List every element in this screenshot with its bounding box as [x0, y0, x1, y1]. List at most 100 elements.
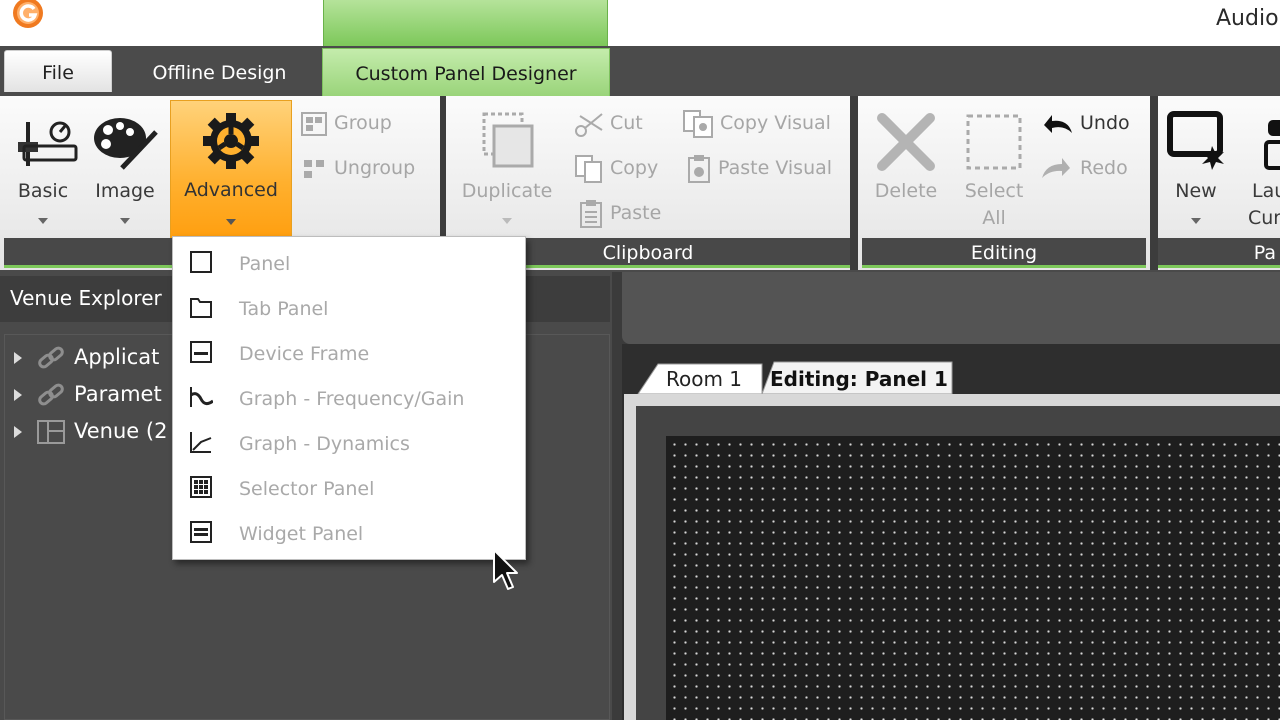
- menu-item-graph-dynamics[interactable]: Graph - Dynamics: [173, 419, 523, 464]
- redo-button[interactable]: Redo: [1040, 152, 1128, 184]
- menu-item-device-frame[interactable]: Device Frame: [173, 329, 523, 374]
- duplicate-button[interactable]: Duplicate: [452, 104, 562, 234]
- document-tab-label: Editing: Panel 1: [770, 367, 948, 391]
- widget-panel-icon: [190, 521, 212, 543]
- redo-icon: [1042, 157, 1070, 178]
- menu-item-graph-frequency-gain[interactable]: Graph - Frequency/Gain: [173, 374, 523, 419]
- panel-design-canvas[interactable]: [666, 436, 1280, 720]
- redo-label: Redo: [1080, 157, 1128, 179]
- duplicate-label: Duplicate: [461, 180, 553, 202]
- basic-label: Basic: [17, 180, 69, 202]
- ribbon-group-panel-label: Pa: [1158, 238, 1280, 268]
- ungroup-label: Ungroup: [334, 157, 416, 179]
- paste-visual-icon: [688, 154, 710, 183]
- expand-arrow-icon[interactable]: [14, 426, 22, 438]
- ungroup-icon: [304, 159, 324, 178]
- copy-visual-button[interactable]: Copy Visual: [682, 107, 831, 139]
- paste-label: Paste: [610, 202, 662, 224]
- tree-item-label: Applicat: [74, 345, 160, 369]
- document-tab-room-1[interactable]: Room 1: [636, 362, 764, 394]
- menu-item-tab-panel[interactable]: Tab Panel: [173, 284, 523, 329]
- document-tab-editing-panel-1[interactable]: Editing: Panel 1: [760, 360, 954, 394]
- gear-icon: [203, 113, 259, 169]
- app-logo-icon[interactable]: [10, 0, 46, 31]
- paste-icon: [580, 199, 602, 228]
- menu-item-label: Panel: [239, 253, 291, 275]
- group-button[interactable]: Group: [300, 107, 392, 139]
- tree-item-venue[interactable]: Venue (2: [14, 415, 167, 447]
- menu-item-selector-panel[interactable]: Selector Panel: [173, 464, 523, 509]
- launch-button[interactable]: Lau Cur: [1240, 104, 1280, 234]
- image-button[interactable]: Image: [88, 104, 162, 234]
- tab-file[interactable]: File: [4, 50, 112, 92]
- copy-visual-icon: [683, 109, 713, 138]
- advanced-dropdown-menu: Panel Tab Panel Device Frame Graph - Fre…: [172, 236, 526, 560]
- menu-item-label: Tab Panel: [239, 298, 329, 320]
- tree-item-application[interactable]: Applicat: [14, 341, 159, 373]
- delete-x-icon: [877, 113, 935, 171]
- new-panel-icon: [1167, 111, 1224, 170]
- select-all-label-line2: All: [982, 207, 1006, 229]
- select-all-label-line1: Select: [964, 180, 1024, 202]
- menu-item-panel[interactable]: Panel: [173, 239, 523, 284]
- copy-visual-label: Copy Visual: [720, 112, 831, 134]
- group-label: Group: [334, 112, 392, 134]
- duplicate-icon: [482, 112, 534, 168]
- menu-item-label: Graph - Dynamics: [239, 433, 410, 455]
- basic-button[interactable]: Basic: [8, 104, 78, 234]
- undo-button[interactable]: Undo: [1040, 107, 1130, 139]
- basic-controls-icon: [18, 121, 78, 166]
- menu-item-widget-panel[interactable]: Widget Panel: [173, 509, 523, 554]
- paste-visual-label: Paste Visual: [718, 157, 833, 179]
- venue-explorer-title: Venue Explorer: [10, 286, 162, 310]
- venue-icon: [37, 420, 65, 444]
- launch-label-line1: Lau: [1252, 180, 1280, 202]
- select-all-button[interactable]: Select All: [956, 104, 1032, 234]
- ungroup-button[interactable]: Ungroup: [300, 152, 415, 184]
- menu-item-label: Graph - Frequency/Gain: [239, 388, 465, 410]
- launch-label-line2: Cur: [1248, 207, 1280, 229]
- chevron-down-icon: [120, 218, 130, 224]
- paste-button[interactable]: Paste: [578, 197, 661, 229]
- copy-label: Copy: [610, 157, 659, 179]
- delete-button[interactable]: Delete: [866, 104, 946, 234]
- image-label: Image: [95, 180, 155, 202]
- link-icon: [38, 346, 64, 369]
- tab-panel-icon: [190, 298, 212, 318]
- mouse-cursor-icon: [493, 549, 518, 590]
- graph-frequency-icon: [190, 387, 213, 407]
- new-panel-button[interactable]: New: [1164, 104, 1228, 234]
- tree-item-label: Paramet: [74, 382, 162, 406]
- copy-icon: [575, 154, 602, 183]
- ribbon-group-editing-label: Editing: [862, 238, 1146, 268]
- contextual-tab-header: [323, 0, 608, 46]
- chevron-down-icon: [502, 218, 512, 224]
- expand-arrow-icon[interactable]: [14, 352, 22, 364]
- designer-toolbar-area: [622, 272, 1280, 344]
- graph-dynamics-icon: [190, 432, 212, 453]
- copy-button[interactable]: Copy: [574, 152, 658, 184]
- select-all-icon: [966, 114, 1022, 170]
- palette-icon: [94, 118, 158, 170]
- chevron-down-icon: [1191, 218, 1201, 224]
- tree-item-label: Venue (2: [74, 419, 168, 443]
- delete-label: Delete: [874, 180, 938, 202]
- new-label: New: [1175, 180, 1217, 202]
- advanced-button[interactable]: Advanced: [170, 100, 292, 238]
- selector-panel-icon: [190, 476, 212, 498]
- paste-visual-button[interactable]: Paste Visual: [686, 152, 832, 184]
- expand-arrow-icon[interactable]: [14, 389, 22, 401]
- group-icon: [301, 111, 327, 136]
- advanced-label: Advanced: [184, 179, 278, 201]
- tab-custom-panel-designer[interactable]: Custom Panel Designer: [322, 48, 610, 96]
- undo-label: Undo: [1080, 112, 1130, 134]
- tab-offline-design[interactable]: Offline Design: [122, 50, 317, 96]
- device-frame-icon: [190, 341, 212, 363]
- menu-item-label: Widget Panel: [239, 523, 364, 545]
- link-icon: [38, 383, 64, 406]
- window-title: Audio: [1216, 6, 1279, 31]
- tree-item-parameters[interactable]: Paramet: [14, 378, 162, 410]
- launch-icon: [1264, 120, 1280, 170]
- cut-button[interactable]: Cut: [574, 107, 643, 139]
- menu-item-label: Device Frame: [239, 343, 370, 365]
